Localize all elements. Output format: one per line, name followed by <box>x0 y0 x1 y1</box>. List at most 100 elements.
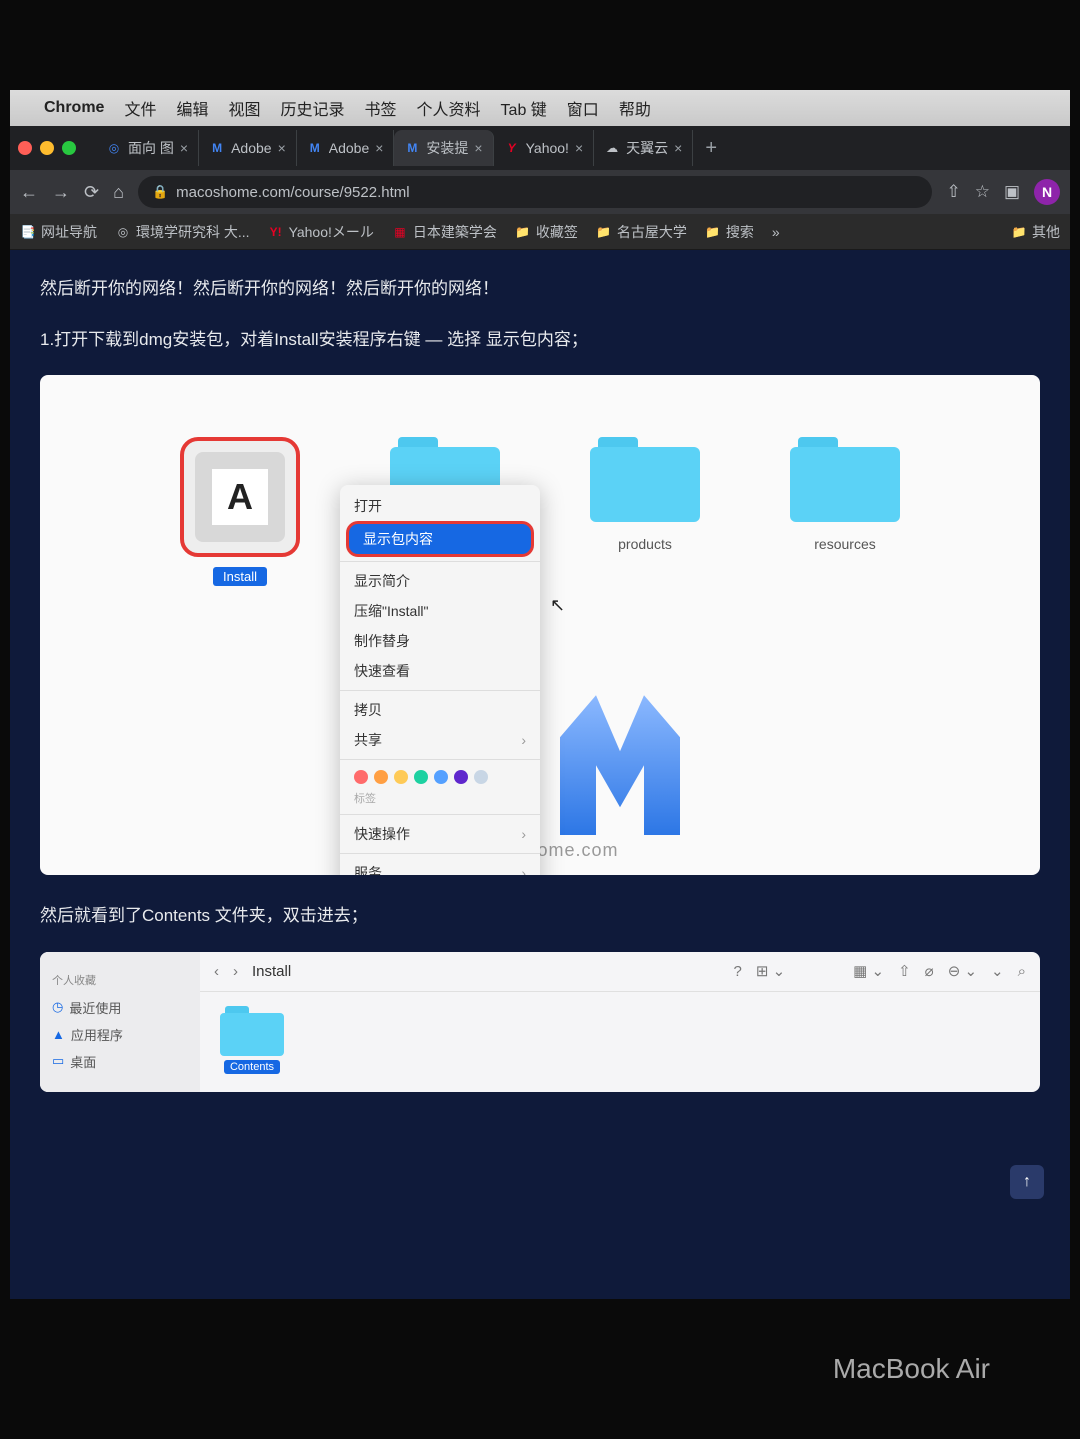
minimize-window-button[interactable] <box>40 141 54 155</box>
finder-tag-icon[interactable]: ⌀ <box>925 962 934 980</box>
tag-color-dot[interactable] <box>454 770 468 784</box>
browser-toolbar: ← → ⟳ ⌂ 🔒 macoshome.com/course/9522.html… <box>10 170 1070 214</box>
tag-color-dot[interactable] <box>434 770 448 784</box>
tab-close-icon[interactable]: × <box>375 140 383 156</box>
bookmark-item[interactable]: ▦日本建築学会 <box>392 222 497 242</box>
menu-file[interactable]: 文件 <box>124 96 156 120</box>
finder-group-icon[interactable]: ▦ ⌄ <box>853 962 884 980</box>
tab-close-icon[interactable]: × <box>180 140 188 156</box>
bookmark-label: 收藏签 <box>536 222 578 242</box>
reload-button[interactable]: ⟳ <box>84 182 99 203</box>
bookmarks-bar: 📑网址导航 ◎環境学研究科 大... Y! Yahoo!メール ▦日本建築学会 📁… <box>10 214 1070 250</box>
app-name[interactable]: Chrome <box>44 99 104 117</box>
scroll-to-top-button[interactable]: ↑ <box>1010 1165 1044 1199</box>
tab-title: Adobe <box>231 140 271 156</box>
browser-tab[interactable]: ☁天翼云× <box>594 130 693 166</box>
bookmark-star-icon[interactable]: ☆ <box>975 182 990 202</box>
folder-item: resources <box>790 437 900 552</box>
sidebar-recents[interactable]: ◷最近使用 <box>52 994 188 1021</box>
ctx-quicklook[interactable]: 快速查看 <box>340 656 540 686</box>
finder-toolbar: ‹ › Install ? ⊞ ⌄ ▦ ⌄ ⇧ ⌀ ⊖ ⌄ ⌄ ⌕ <box>200 952 1040 992</box>
submenu-arrow-icon: › <box>521 732 526 748</box>
window-controls <box>18 141 76 155</box>
bookmark-item[interactable]: Y! Yahoo!メール <box>268 222 374 242</box>
install-label: Install <box>213 567 267 586</box>
tab-title: Yahoo! <box>526 140 569 156</box>
menu-tab[interactable]: Tab 键 <box>501 96 547 120</box>
tag-color-dot[interactable] <box>414 770 428 784</box>
bookmark-overflow-icon[interactable]: » <box>772 224 780 240</box>
finder-search-icon[interactable]: ⌕ <box>1018 963 1026 980</box>
bookmark-label: Yahoo!メール <box>289 222 374 242</box>
finder-view-icon[interactable]: ⊞ ⌄ <box>756 962 785 980</box>
tab-close-icon[interactable]: × <box>575 140 583 156</box>
finder-chevron-icon[interactable]: ⌄ <box>991 962 1004 980</box>
tag-color-dot[interactable] <box>374 770 388 784</box>
home-button[interactable]: ⌂ <box>113 182 124 203</box>
tag-color-dot[interactable] <box>394 770 408 784</box>
browser-tab[interactable]: MAdobe× <box>199 130 297 166</box>
tab-close-icon[interactable]: × <box>474 140 482 156</box>
folder-icon: 📁 <box>515 224 531 240</box>
browser-tab-active[interactable]: M安装提× <box>394 130 493 166</box>
menu-edit[interactable]: 编辑 <box>176 96 208 120</box>
ctx-get-info[interactable]: 显示简介 <box>340 566 540 596</box>
forward-button[interactable]: → <box>52 182 70 203</box>
tab-close-icon[interactable]: × <box>674 140 682 156</box>
chrome-window: ◎面向 图× MAdobe× MAdobe× M安装提× YYahoo!× ☁天… <box>10 126 1070 1299</box>
menu-help[interactable]: 帮助 <box>619 96 651 120</box>
ctx-show-package-contents[interactable]: 显示包内容 <box>346 521 534 557</box>
bookmark-folder[interactable]: 📁搜索 <box>705 222 754 242</box>
menu-history[interactable]: 历史记录 <box>281 96 345 120</box>
finder-share-icon[interactable]: ⇧ <box>898 962 911 980</box>
finder-back-button[interactable]: ‹ <box>214 963 219 980</box>
browser-tab[interactable]: MAdobe× <box>297 130 395 166</box>
ctx-services[interactable]: 服务› <box>340 858 540 875</box>
bookmark-icon: Y! <box>268 224 284 240</box>
browser-tab[interactable]: YYahoo!× <box>494 130 595 166</box>
fullscreen-window-button[interactable] <box>62 141 76 155</box>
finder-title: Install <box>252 963 291 980</box>
ctx-copy[interactable]: 拷贝 <box>340 695 540 725</box>
ctx-make-alias[interactable]: 制作替身 <box>340 626 540 656</box>
other-bookmarks[interactable]: 📁其他 <box>1011 222 1060 242</box>
folder-icon: 📁 <box>705 224 721 240</box>
finder-sidebar: 个人收藏 ◷最近使用 ▲应用程序 ▭桌面 <box>40 952 200 1092</box>
ctx-quick-actions[interactable]: 快速操作› <box>340 819 540 849</box>
back-button[interactable]: ← <box>20 182 38 203</box>
context-menu: 打开 显示包内容 显示简介 压缩"Install" 制作替身 快速查看 拷贝 共… <box>340 485 540 875</box>
tag-color-dot[interactable] <box>354 770 368 784</box>
screenshot-figure-2: 个人收藏 ◷最近使用 ▲应用程序 ▭桌面 ‹ › Install ? ⊞ ⌄ ▦… <box>40 952 1040 1092</box>
menu-window[interactable]: 窗口 <box>567 96 599 120</box>
close-window-button[interactable] <box>18 141 32 155</box>
sidebar-desktop[interactable]: ▭桌面 <box>52 1048 188 1075</box>
sidebar-section-header: 个人收藏 <box>52 972 188 988</box>
bookmark-item[interactable]: ◎環境学研究科 大... <box>115 222 250 242</box>
bookmark-item[interactable]: 📑网址导航 <box>20 222 97 242</box>
tab-close-icon[interactable]: × <box>278 140 286 156</box>
finder-forward-button[interactable]: › <box>233 963 238 980</box>
finder-help-icon[interactable]: ? <box>734 963 742 980</box>
menu-profiles[interactable]: 个人资料 <box>417 96 481 120</box>
ctx-share[interactable]: 共享› <box>340 725 540 755</box>
address-bar[interactable]: 🔒 macoshome.com/course/9522.html <box>138 176 932 208</box>
bookmark-folder[interactable]: 📁名古屋大学 <box>596 222 687 242</box>
profile-avatar[interactable]: N <box>1034 179 1060 205</box>
watermark-m-icon <box>560 695 680 835</box>
adobe-a-icon: A <box>212 469 268 525</box>
finder-action-icon[interactable]: ⊖ ⌄ <box>948 962 977 980</box>
share-button[interactable]: ⇧ <box>946 182 960 202</box>
cursor-icon: ↖ <box>550 595 565 616</box>
menu-view[interactable]: 视图 <box>228 96 260 120</box>
menu-bookmarks[interactable]: 书签 <box>365 96 397 120</box>
bookmark-folder[interactable]: 📁 收藏签 <box>515 222 578 242</box>
ctx-open[interactable]: 打开 <box>340 491 540 521</box>
tab-strip: ◎面向 图× MAdobe× MAdobe× M安装提× YYahoo!× ☁天… <box>10 126 1070 170</box>
contents-folder-icon[interactable] <box>220 1006 284 1056</box>
extensions-icon[interactable]: ▣ <box>1004 182 1020 202</box>
tag-color-dot[interactable] <box>474 770 488 784</box>
browser-tab[interactable]: ◎面向 图× <box>96 130 199 166</box>
new-tab-button[interactable]: + <box>693 137 729 160</box>
sidebar-applications[interactable]: ▲应用程序 <box>52 1021 188 1048</box>
ctx-compress[interactable]: 压缩"Install" <box>340 596 540 626</box>
